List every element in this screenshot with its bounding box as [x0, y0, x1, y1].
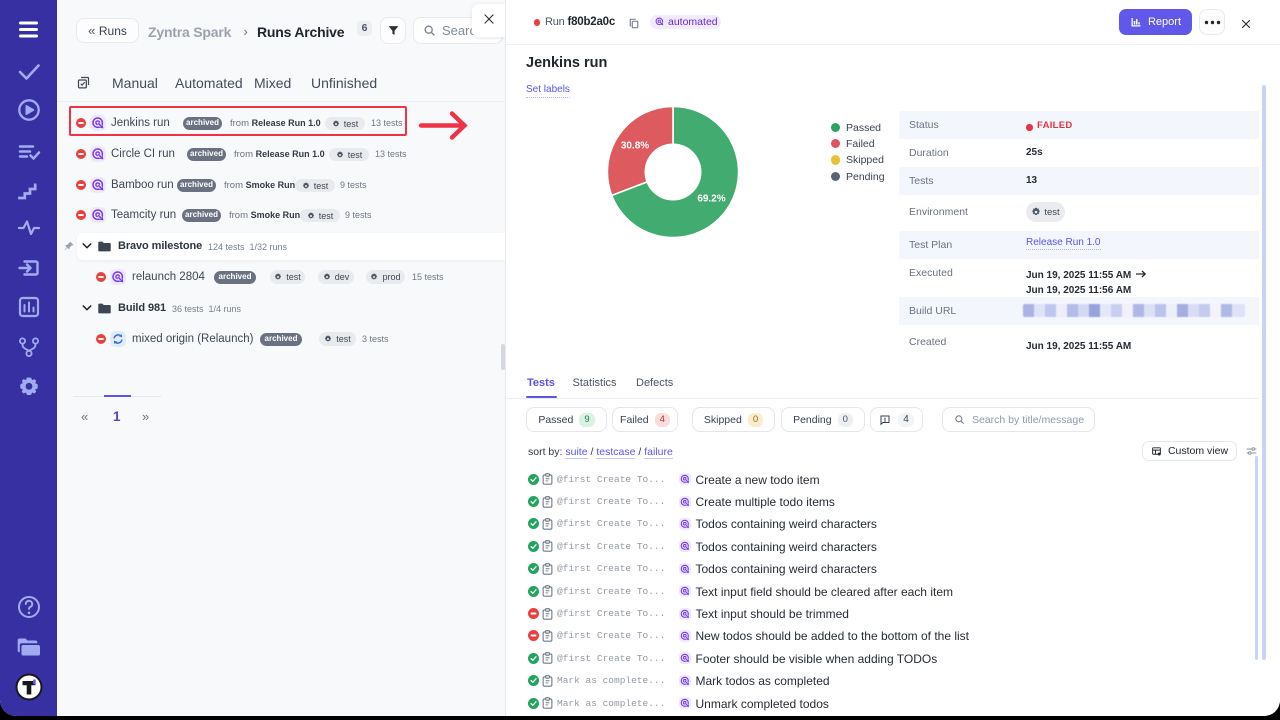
svg-text:69.2%: 69.2%	[698, 193, 726, 204]
svg-text:30.8%: 30.8%	[621, 140, 649, 151]
